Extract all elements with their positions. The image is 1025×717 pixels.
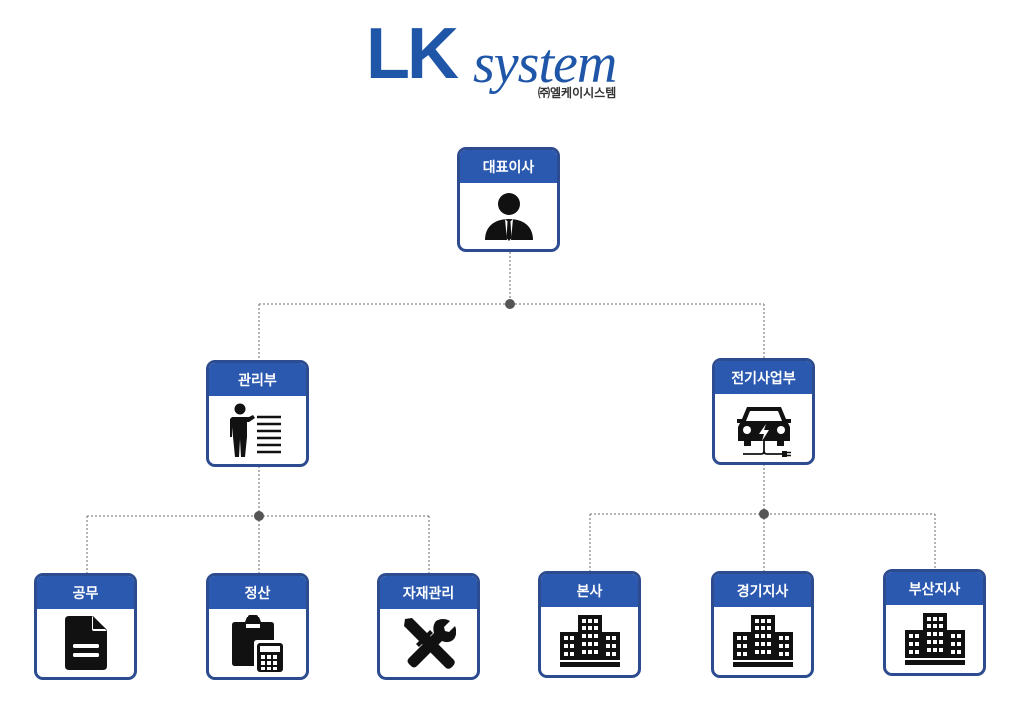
clipboard-calculator-icon: [231, 615, 283, 672]
presenter-list-icon: [229, 403, 281, 457]
building-icon: [903, 613, 966, 665]
node-ceo: 대표이사: [457, 147, 560, 252]
node-management: 관리부: [206, 360, 309, 467]
org-connectors: [86, 252, 936, 573]
building-icon: [731, 615, 794, 667]
node-busan-label: 부산지사: [886, 572, 983, 605]
junction-dot-management: [254, 511, 264, 521]
node-jajae: 자재관리: [377, 573, 480, 680]
building-icon: [558, 615, 621, 667]
node-gyeonggi-label: 경기지사: [714, 574, 811, 607]
node-management-label: 관리부: [209, 363, 306, 396]
node-gongmu: 공무: [34, 573, 137, 680]
node-bonsa: 본사: [538, 571, 641, 678]
node-gongmu-label: 공무: [37, 576, 134, 609]
node-jajae-label: 자재관리: [380, 576, 477, 609]
document-icon: [64, 616, 107, 670]
node-ceo-label: 대표이사: [460, 150, 557, 183]
node-bonsa-label: 본사: [541, 574, 638, 607]
electric-car-icon: [736, 407, 791, 457]
junction-dot-ceo: [505, 299, 515, 309]
node-busan: 부산지사: [883, 569, 986, 676]
junction-dot-ev: [759, 509, 769, 519]
person-icon: [484, 193, 533, 241]
node-ev-business-label: 전기사업부: [715, 361, 812, 394]
node-ev-business: 전기사업부: [712, 358, 815, 465]
node-jeongsan: 정산: [206, 573, 309, 680]
node-gyeonggi: 경기지사: [711, 571, 814, 678]
tools-icon: [403, 618, 456, 669]
node-jeongsan-label: 정산: [209, 576, 306, 609]
